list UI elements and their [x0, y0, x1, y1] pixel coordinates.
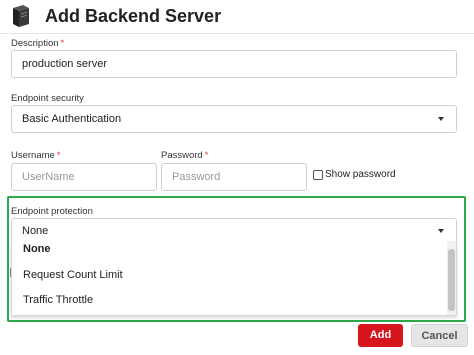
description-label: Description *	[11, 38, 64, 49]
username-label: Username *	[11, 150, 61, 161]
add-button[interactable]: Add	[358, 324, 403, 347]
required-mark: *	[56, 150, 61, 161]
chevron-down-icon	[438, 117, 444, 121]
show-password-label[interactable]: Show password	[325, 169, 396, 180]
description-label-text: Description	[11, 38, 59, 49]
required-mark: *	[60, 38, 65, 49]
scrollbar[interactable]	[447, 241, 456, 315]
dialog-title: Add Backend Server	[45, 6, 222, 26]
option-traffic-throttle[interactable]: Traffic Throttle	[23, 294, 93, 306]
description-input[interactable]: production server	[11, 50, 457, 78]
show-password-checkbox[interactable]	[313, 170, 323, 180]
server-icon	[13, 5, 29, 27]
cancel-button[interactable]: Cancel	[411, 324, 468, 347]
scrollbar-thumb[interactable]	[448, 249, 455, 311]
endpoint-security-select[interactable]: Basic Authentication	[11, 105, 457, 133]
password-placeholder: Password	[172, 171, 221, 183]
username-label-text: Username	[11, 150, 55, 161]
dialog-header: Add Backend Server	[0, 0, 474, 34]
endpoint-protection-options: None Request Count Limit Traffic Throttl…	[11, 241, 457, 316]
password-label-text: Password	[161, 150, 203, 161]
option-request-count-limit[interactable]: Request Count Limit	[23, 269, 123, 281]
password-label: Password *	[161, 150, 208, 161]
description-value: production server	[22, 58, 107, 70]
chevron-down-icon	[438, 228, 444, 233]
endpoint-security-value: Basic Authentication	[22, 113, 122, 125]
option-none[interactable]: None	[23, 243, 51, 255]
username-placeholder: UserName	[22, 171, 75, 183]
endpoint-security-label: Endpoint security	[11, 93, 84, 104]
endpoint-protection-select[interactable]: None	[11, 218, 457, 243]
endpoint-protection-value: None	[22, 224, 49, 237]
username-input[interactable]: UserName	[11, 163, 157, 191]
endpoint-protection-label: Endpoint protection	[11, 206, 93, 217]
password-input[interactable]: Password	[161, 163, 307, 191]
required-mark: *	[204, 150, 209, 161]
